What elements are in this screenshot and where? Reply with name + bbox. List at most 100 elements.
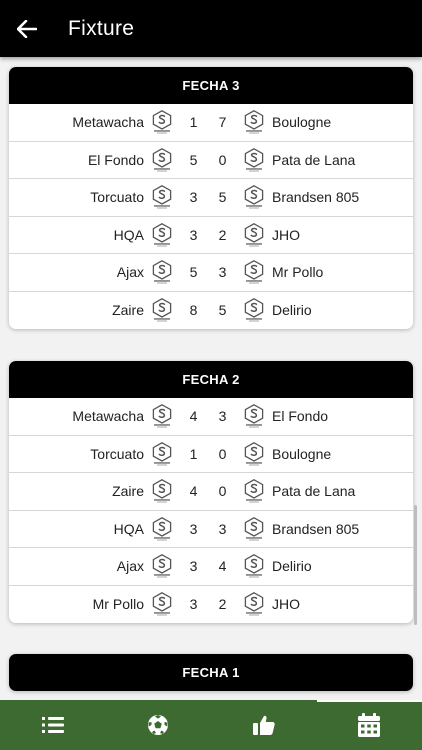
round-header: FECHA 1	[9, 654, 413, 691]
away-team-name: Pata de Lana	[272, 151, 356, 168]
away-team-name: Mr Pollo	[272, 264, 324, 281]
away-team-name: El Fondo	[272, 408, 329, 425]
away-score: 3	[218, 264, 227, 281]
home-team-name: Metawacha	[72, 114, 144, 131]
match-row[interactable]: Zaire 4 0 Pata de Lana	[9, 473, 413, 511]
arrow-left-icon	[17, 19, 37, 38]
match-row[interactable]: Metawacha 4 3 El Fondo	[9, 398, 413, 436]
page-title: Fixture	[68, 16, 135, 40]
team-logo-icon	[151, 404, 173, 428]
away-score: 5	[218, 189, 227, 206]
team-logo-icon	[151, 479, 173, 503]
team-logo-icon	[151, 554, 173, 578]
round-header: FECHA 3	[9, 67, 413, 104]
round-header: FECHA 2	[9, 361, 413, 398]
fixture-list[interactable]: FECHA 3 Metawacha 1 7 Boulogne El Fondo 5 0 Pat…	[0, 57, 422, 700]
team-logo-icon	[243, 479, 265, 503]
match-row[interactable]: HQA 3 3 Brandsen 805	[9, 511, 413, 548]
home-score: 5	[189, 151, 198, 168]
away-team-name: JHO	[272, 226, 300, 243]
away-team-name: Brandsen 805	[272, 520, 360, 537]
team-logo-icon	[243, 516, 265, 541]
home-team-name: Zaire	[112, 483, 144, 500]
home-score: 3	[189, 558, 198, 575]
back-button[interactable]	[2, 0, 52, 57]
team-logo-icon	[243, 404, 265, 428]
match-row[interactable]: El Fondo 5 0 Pata de Lana	[9, 142, 413, 179]
away-score: 7	[218, 114, 227, 131]
home-team-name: Ajax	[116, 264, 144, 281]
team-logo-icon	[243, 110, 265, 134]
home-team-name: Ajax	[116, 558, 144, 575]
thumbs-up-icon	[252, 715, 275, 735]
team-logo-icon	[151, 441, 173, 466]
team-logo-icon	[151, 260, 173, 284]
home-score: 4	[189, 408, 198, 425]
team-logo-icon	[243, 298, 265, 322]
away-team-name: Delirio	[272, 302, 312, 319]
home-score: 3	[189, 596, 198, 613]
round-card-fecha-1: FECHA 1	[9, 654, 413, 691]
soccer-ball-icon	[148, 715, 169, 735]
away-team-name: Pata de Lana	[272, 483, 356, 500]
away-score: 0	[218, 445, 227, 462]
team-logo-icon	[243, 592, 265, 616]
away-team-name: Boulogne	[272, 114, 332, 131]
team-logo-icon	[243, 554, 265, 578]
home-score: 5	[189, 264, 198, 281]
team-logo-icon	[243, 222, 265, 247]
home-team-name: HQA	[113, 226, 144, 243]
nav-standings[interactable]	[0, 700, 106, 750]
round-card-fecha-3: FECHA 3 Metawacha 1 7 Boulogne El Fondo 5 0 Pat…	[9, 67, 413, 329]
app-root: Fixture FECHA 3 Metawacha 1 7 Boulogne El Fo…	[0, 0, 422, 750]
match-row[interactable]: Metawacha 1 7 Boulogne	[9, 104, 413, 142]
match-row[interactable]: Zaire 8 5 Delirio	[9, 292, 413, 330]
home-score: 3	[189, 226, 198, 243]
home-team-name: HQA	[113, 520, 144, 537]
team-logo-icon	[243, 441, 265, 466]
calendar-icon	[358, 713, 381, 737]
away-score: 4	[218, 558, 227, 575]
bottom-nav	[0, 700, 422, 750]
match-row[interactable]: Ajax 5 3 Mr Pollo	[9, 254, 413, 292]
home-score: 3	[189, 189, 198, 206]
team-logo-icon	[151, 185, 173, 209]
scrollbar[interactable]	[414, 505, 417, 625]
team-logo-icon	[151, 298, 173, 322]
nav-fixture[interactable]	[316, 700, 422, 750]
home-score: 4	[189, 483, 198, 500]
match-row[interactable]: Ajax 3 4 Delirio	[9, 548, 413, 586]
team-logo-icon	[151, 516, 173, 541]
home-team-name: Mr Pollo	[92, 596, 144, 613]
nav-matches[interactable]	[106, 700, 212, 750]
home-team-name: Torcuato	[90, 189, 144, 206]
team-logo-icon	[243, 185, 265, 209]
away-score: 0	[218, 151, 227, 168]
team-logo-icon	[151, 592, 173, 616]
away-score: 2	[218, 226, 227, 243]
home-team-name: El Fondo	[87, 151, 144, 168]
away-score: 2	[218, 596, 227, 613]
match-row[interactable]: Torcuato 3 5 Brandsen 805	[9, 179, 413, 217]
round-card-fecha-2: FECHA 2 Metawacha 4 3 El Fondo Torcuato 1 0 Bou…	[9, 361, 413, 623]
home-team-name: Zaire	[112, 302, 144, 319]
home-score: 1	[189, 445, 198, 462]
top-app-bar: Fixture	[0, 0, 422, 57]
away-score: 5	[218, 302, 227, 319]
away-score: 3	[218, 520, 227, 537]
team-logo-icon	[243, 147, 265, 172]
away-score: 0	[218, 483, 227, 500]
home-score: 3	[189, 520, 198, 537]
home-team-name: Metawacha	[72, 408, 144, 425]
team-logo-icon	[151, 222, 173, 247]
nav-favorites[interactable]	[211, 700, 317, 750]
team-logo-icon	[243, 260, 265, 284]
team-logo-icon	[151, 147, 173, 172]
match-row[interactable]: Mr Pollo 3 2 JHO	[9, 586, 413, 624]
match-row[interactable]: HQA 3 2 JHO	[9, 217, 413, 254]
away-team-name: Delirio	[272, 558, 312, 575]
away-team-name: Boulogne	[272, 445, 332, 462]
match-row[interactable]: Torcuato 1 0 Boulogne	[9, 436, 413, 473]
home-score: 8	[189, 302, 198, 319]
home-score: 1	[189, 114, 198, 131]
